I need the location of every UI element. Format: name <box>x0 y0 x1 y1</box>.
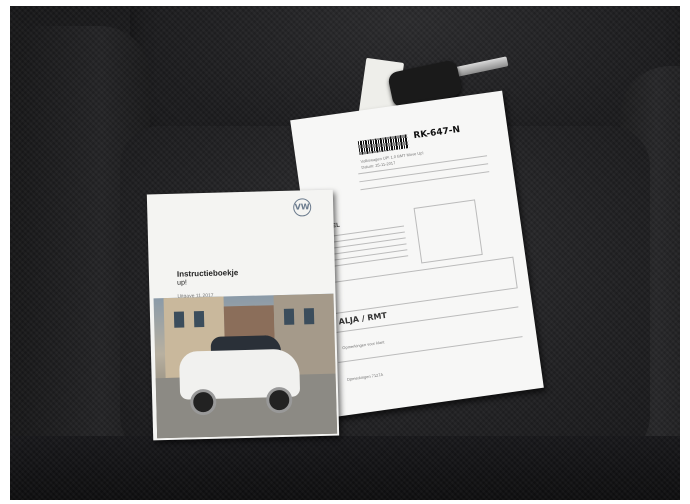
license-plate-text: RK-647-N <box>412 124 461 142</box>
vw-logo-icon: VW <box>292 198 312 217</box>
manual-model: up! <box>177 279 187 287</box>
manual-title: Instructieboekje <box>176 268 239 279</box>
image-frame: RK-647-N Volkswagen UP! 1.0 BMT Move Up!… <box>0 0 690 504</box>
window <box>303 308 315 325</box>
cover-photo <box>153 293 338 439</box>
remarks-label: Opmerkingen voor klant <box>341 339 385 351</box>
rule <box>360 171 490 191</box>
checkbox-grid <box>413 199 483 264</box>
dealer-code: ALJA / RMT <box>338 310 388 327</box>
rule <box>328 255 409 268</box>
window <box>283 308 295 325</box>
signature-box <box>327 256 518 315</box>
owners-manual: VW Instructieboekje up! Uitgave 11.2017 <box>146 189 340 441</box>
rule <box>327 243 407 256</box>
window <box>193 311 205 328</box>
window <box>173 311 185 328</box>
extra-remarks-label: Opmerkingen 7127A <box>346 371 384 382</box>
rule <box>325 231 405 244</box>
photo: RK-647-N Volkswagen UP! 1.0 BMT Move Up!… <box>10 6 680 500</box>
barcode <box>357 134 410 156</box>
rule <box>326 237 406 250</box>
rule <box>328 249 408 262</box>
rule <box>338 336 523 363</box>
